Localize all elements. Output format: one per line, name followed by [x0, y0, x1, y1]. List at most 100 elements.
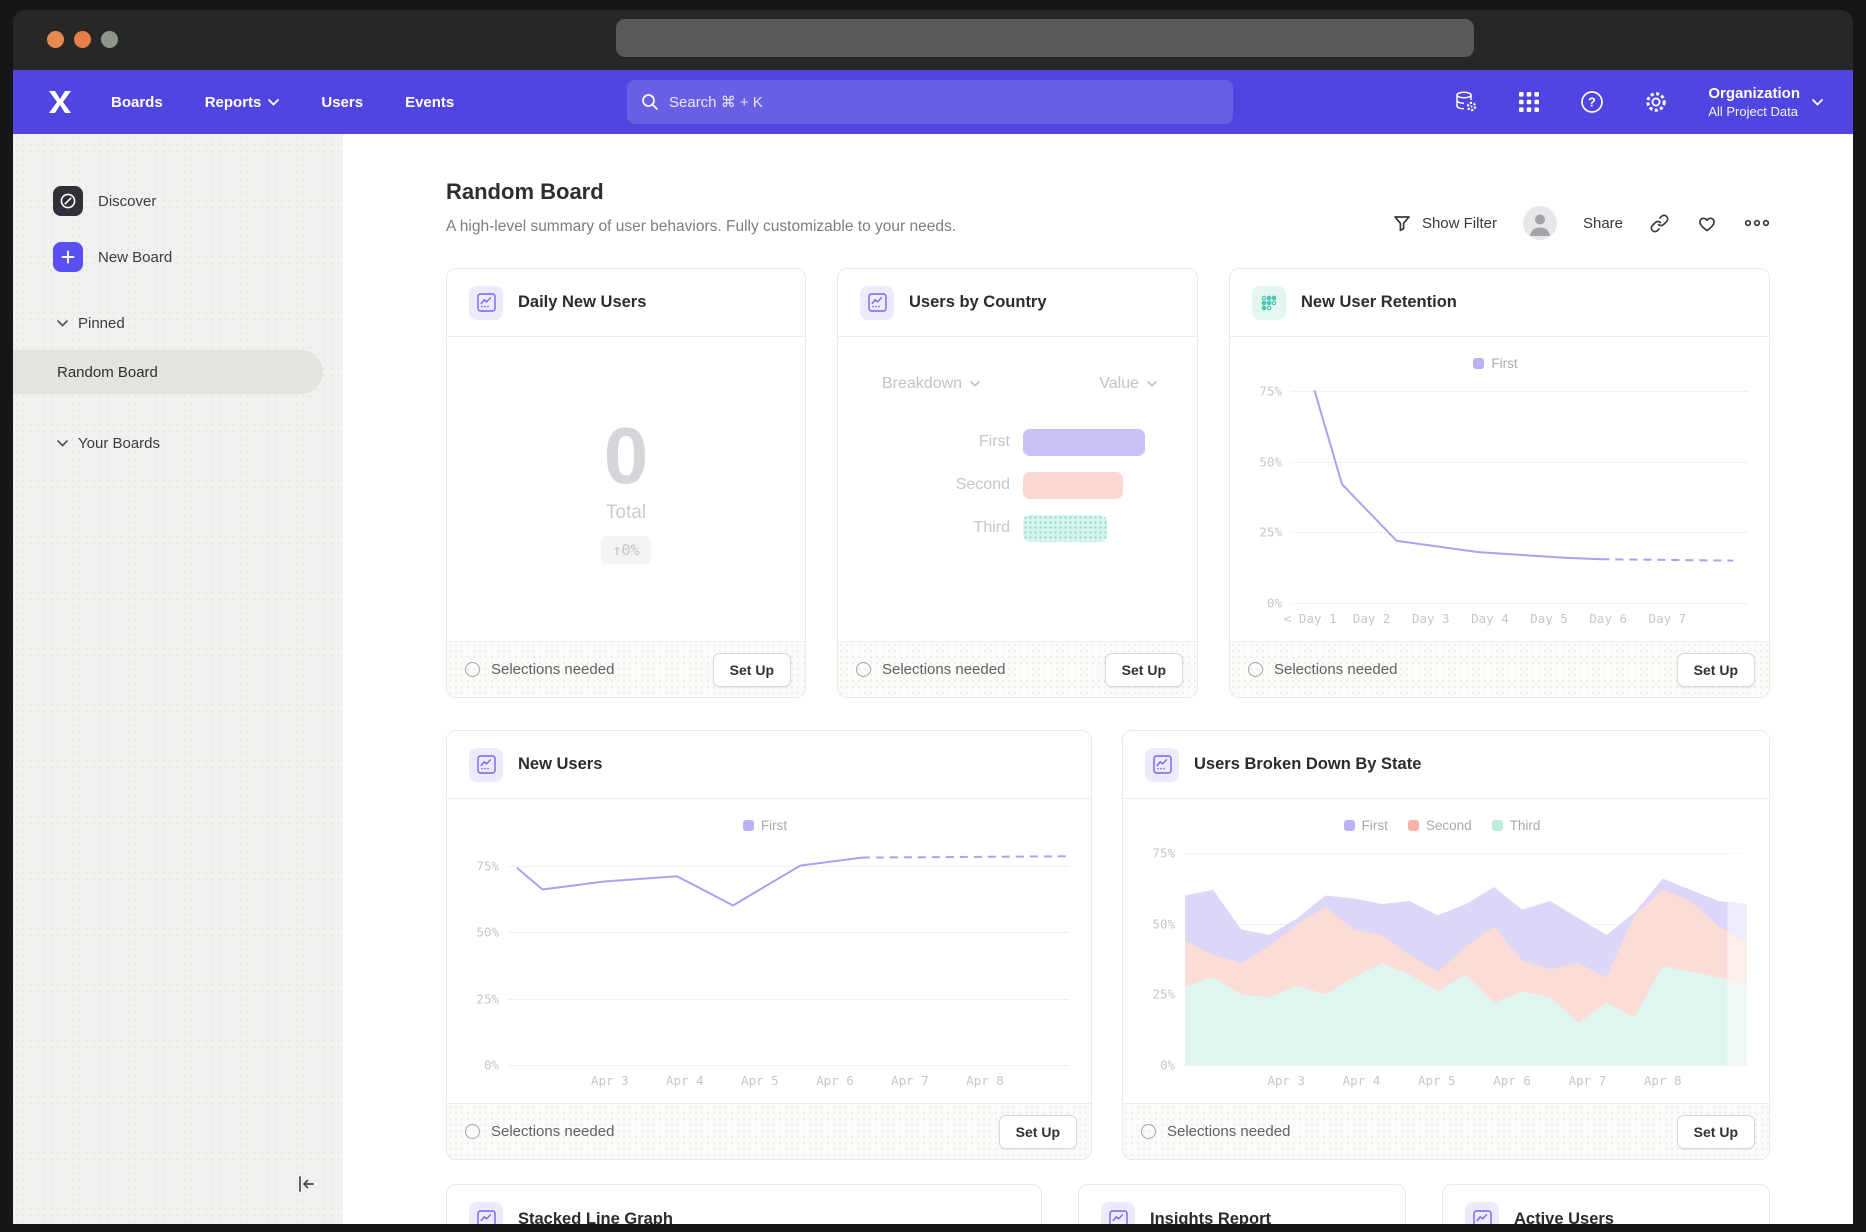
sidebar-section-pinned[interactable]: Pinned [13, 312, 343, 334]
card-header: Active Users [1443, 1185, 1769, 1224]
window-minimize-button[interactable] [74, 31, 91, 48]
board-header: Random Board A high-level summary of use… [446, 178, 1770, 238]
legend-item: First [743, 818, 787, 833]
set-up-button[interactable]: Set Up [1677, 653, 1755, 687]
browser-window: Boards Reports Users Events Search ⌘ + K [13, 10, 1853, 1224]
board-actions: Show Filter Share [1392, 206, 1770, 240]
nav-items: Boards Reports Users Events [111, 94, 454, 111]
card-title: Insights Report [1150, 1210, 1271, 1225]
country-columns: Breakdown Value [838, 375, 1197, 393]
breakdown-dropdown[interactable]: Breakdown [882, 375, 980, 393]
bar [1023, 515, 1107, 542]
x-tick-label: Day 4 [1471, 611, 1509, 626]
y-axis-ticks: 75%50%25%0% [461, 839, 509, 1065]
card-header: Daily New Users [447, 269, 805, 337]
legend-item: First [1344, 818, 1388, 833]
x-tick-label: < Day 1 [1284, 611, 1337, 626]
nav-item-boards[interactable]: Boards [111, 94, 163, 111]
breakdown-label: Breakdown [882, 375, 962, 393]
traffic-lights [47, 31, 118, 48]
svg-text:?: ? [1589, 95, 1597, 109]
selection-status-icon [856, 662, 871, 677]
sidebar-collapse-icon[interactable] [295, 1173, 317, 1200]
line-chart-icon [1101, 1202, 1135, 1224]
card-title: Users Broken Down By State [1194, 755, 1421, 774]
search-input[interactable]: Search ⌘ + K [627, 80, 1233, 124]
nav-item-reports[interactable]: Reports [205, 94, 280, 111]
card-body: First 75%50%25%0% Apr 3Apr 4Apr 5Apr 6Ap… [447, 799, 1091, 1103]
y-tick-label: 75% [1152, 846, 1175, 861]
sidebar-section-your-boards[interactable]: Your Boards [13, 432, 343, 454]
show-filter-button[interactable]: Show Filter [1392, 213, 1497, 233]
sidebar-item-new-board[interactable]: New Board [13, 240, 343, 274]
chevron-down-icon [970, 381, 980, 387]
sidebar-item-random-board[interactable]: Random Board [13, 350, 323, 394]
card-header: New Users [447, 731, 1091, 799]
selection-status-icon [1141, 1124, 1156, 1139]
org-name: Organization [1708, 84, 1800, 103]
copy-link-icon[interactable] [1649, 213, 1670, 234]
sidebar: Discover New Board Pinned Random Board Y… [13, 134, 343, 1224]
navbar-right: ? Organization All Project Data [1454, 84, 1823, 120]
line-chart-icon [1465, 1202, 1499, 1224]
help-icon[interactable]: ? [1580, 90, 1604, 114]
org-switcher[interactable]: Organization All Project Data [1708, 84, 1823, 120]
chart-plot [1185, 839, 1747, 1065]
card-users-by-state: Users Broken Down By State FirstSecondTh… [1122, 730, 1770, 1160]
y-tick-label: 25% [1259, 525, 1282, 540]
mixpanel-logo-icon[interactable] [43, 85, 77, 119]
set-up-button[interactable]: Set Up [999, 1115, 1077, 1149]
search-icon [641, 93, 659, 111]
chart-legend: FirstSecondThird [1137, 811, 1747, 839]
settings-gear-icon[interactable] [1644, 90, 1668, 114]
y-tick-label: 0% [1160, 1058, 1175, 1073]
legend-item: Third [1492, 818, 1541, 833]
selections-needed-label: Selections needed [491, 1123, 614, 1140]
selections-needed-label: Selections needed [1167, 1123, 1290, 1140]
chart-legend: First [461, 811, 1069, 839]
section-label: Pinned [78, 315, 125, 332]
x-tick-label: Apr 6 [1493, 1073, 1531, 1088]
x-tick-label: Apr 5 [741, 1073, 779, 1088]
value-dropdown[interactable]: Value [1099, 375, 1157, 393]
card-body: First 75%50%25%0% < Day 1Day 2Day 3Day 4… [1230, 337, 1769, 641]
sidebar-item-discover[interactable]: Discover [13, 184, 343, 218]
window-zoom-button[interactable] [101, 31, 118, 48]
card-users-by-country: Users by Country Breakdown Value [837, 268, 1198, 698]
card-footer: Selections needed Set Up [838, 641, 1197, 697]
avatar[interactable] [1523, 206, 1557, 240]
bar-label: First [838, 433, 1010, 451]
x-tick-label: Apr 4 [666, 1073, 704, 1088]
data-management-icon[interactable] [1454, 90, 1478, 114]
discover-compass-icon [53, 186, 83, 216]
search-placeholder: Search ⌘ + K [669, 93, 763, 111]
x-tick-label: Day 2 [1353, 611, 1391, 626]
nav-item-events[interactable]: Events [405, 94, 454, 111]
card-header: Insights Report [1079, 1185, 1405, 1224]
nav-item-label: Boards [111, 94, 163, 111]
x-tick-label: Apr 6 [816, 1073, 854, 1088]
bar-label: Third [838, 519, 1010, 537]
card-body: Breakdown Value First Second Third [838, 337, 1197, 641]
more-options-icon[interactable] [1744, 218, 1770, 228]
card-new-user-retention: New User Retention First 75%50%25%0% < D… [1229, 268, 1770, 698]
x-tick-label: Apr 8 [966, 1073, 1004, 1088]
card-title: Active Users [1514, 1210, 1614, 1225]
window-close-button[interactable] [47, 31, 64, 48]
section-label: Your Boards [78, 435, 160, 452]
line-chart-icon [469, 748, 503, 782]
selection-status-icon [465, 1124, 480, 1139]
share-button[interactable]: Share [1583, 215, 1623, 232]
nav-item-users[interactable]: Users [321, 94, 363, 111]
country-bar-row: Third [838, 513, 1197, 543]
apps-grid-icon[interactable] [1518, 91, 1540, 113]
bar-label: Second [838, 476, 1010, 494]
x-axis-ticks: Apr 3Apr 4Apr 5Apr 6Apr 7Apr 8 [1185, 1065, 1747, 1091]
content-area: Discover New Board Pinned Random Board Y… [13, 134, 1853, 1224]
y-axis-ticks: 75%50%25%0% [1137, 839, 1185, 1065]
set-up-button[interactable]: Set Up [1105, 653, 1183, 687]
favorite-heart-icon[interactable] [1696, 213, 1718, 233]
set-up-button[interactable]: Set Up [713, 653, 791, 687]
set-up-button[interactable]: Set Up [1677, 1115, 1755, 1149]
address-bar[interactable] [616, 19, 1474, 57]
